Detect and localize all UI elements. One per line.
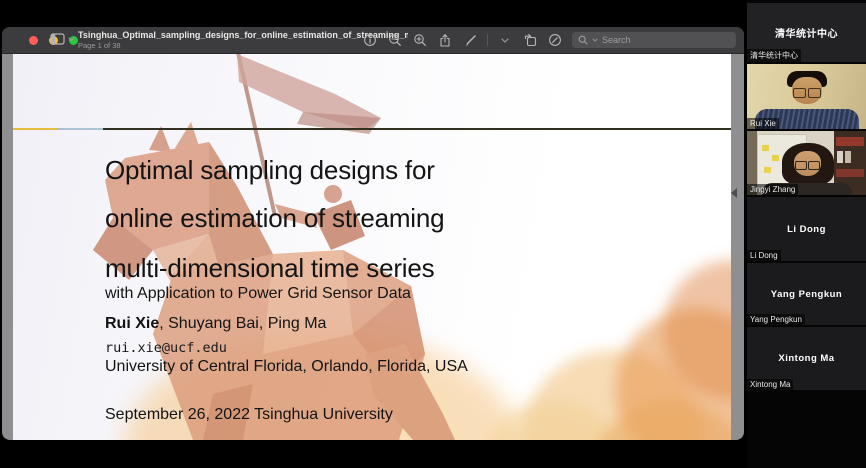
search-icon: [578, 35, 588, 45]
share-icon: [438, 33, 452, 48]
slide-authors: Rui Xie, Shuyang Bai, Ping Ma: [105, 315, 326, 333]
slide-title-line-3: multi-dimensional time series: [105, 253, 434, 284]
window-title: Tsinghua_Optimal_sampling_designs_for_on…: [78, 30, 408, 40]
preview-window: Tsinghua_Optimal_sampling_designs_for_on…: [2, 27, 744, 440]
toolbar-divider: [487, 34, 488, 46]
markup-pen-icon: [463, 33, 478, 47]
zoom-out-icon: [388, 33, 402, 47]
participant-tile-rui-xie[interactable]: Rui Xie: [747, 64, 866, 129]
markup-menu-button[interactable]: [497, 32, 513, 48]
participant-tile-tsinghua-stat-center[interactable]: 清华统计中心 清华统计中心: [747, 3, 866, 62]
glasses: [793, 88, 821, 98]
participant-name-label: 清华统计中心: [747, 49, 801, 62]
participant-name-label: Yang Pengkun: [747, 314, 805, 325]
chevron-down-icon: [68, 37, 75, 42]
participant-tile-jingyi-zhang[interactable]: Jingyi Zhang: [747, 131, 866, 195]
annotate-button[interactable]: [547, 32, 563, 48]
close-button[interactable]: [29, 36, 38, 45]
rotate-icon: [523, 33, 538, 47]
collapse-video-panel-arrow[interactable]: [731, 188, 737, 198]
info-button[interactable]: [362, 32, 378, 48]
document-view: Optimal sampling designs for online esti…: [2, 53, 744, 440]
sidebar-icon: [50, 33, 65, 45]
author-lead: Rui Xie: [105, 315, 159, 332]
participant-name-label: Jingyi Zhang: [747, 184, 798, 195]
slide-title-line-1: Optimal sampling designs for: [105, 155, 435, 186]
slide-affiliation: University of Central Florida, Orlando, …: [105, 358, 468, 376]
share-button[interactable]: [437, 32, 453, 48]
toolbar: Search: [362, 27, 736, 53]
markup-button[interactable]: [462, 32, 478, 48]
sidebar-toggle-button[interactable]: [50, 33, 75, 45]
participant-tile-yang-pengkun[interactable]: Yang Pengkun Yang Pengkun: [747, 263, 866, 325]
rule-dark-segment: [103, 128, 731, 130]
rotate-button[interactable]: [522, 32, 538, 48]
search-scope-chevron-icon: [592, 38, 598, 42]
author-rest: , Shuyang Bai, Ping Ma: [159, 315, 326, 332]
pdf-page[interactable]: Optimal sampling designs for online esti…: [13, 54, 731, 440]
slide-artwork-horse-foliage: [13, 54, 731, 440]
search-input[interactable]: Search: [572, 32, 736, 48]
participant-name-label: Xintong Ma: [747, 379, 793, 390]
slide-title-line-2: online estimation of streaming: [105, 203, 444, 234]
info-icon: [363, 33, 377, 47]
slide-email: rui.xie@ucf.edu: [105, 340, 227, 356]
page-indicator: Page 1 of 38: [78, 41, 408, 50]
slide-subtitle: with Application to Power Grid Sensor Da…: [105, 285, 411, 303]
zoom-in-icon: [413, 33, 427, 47]
screen-share-stage: Tsinghua_Optimal_sampling_designs_for_on…: [0, 0, 866, 468]
zoom-out-button[interactable]: [387, 32, 403, 48]
rule-gold-segment: [13, 128, 58, 130]
video-panel: 清华统计中心 清华统计中心 Rui Xie Jingyi Zhang: [747, 0, 866, 468]
zoom-in-button[interactable]: [412, 32, 428, 48]
search-placeholder: Search: [602, 35, 631, 45]
rule-blue-segment: [58, 128, 103, 130]
window-title-block: Tsinghua_Optimal_sampling_designs_for_on…: [78, 30, 408, 50]
participant-tile-xintong-ma[interactable]: Xintong Ma Xintong Ma: [747, 327, 866, 390]
window-titlebar[interactable]: Tsinghua_Optimal_sampling_designs_for_on…: [2, 27, 744, 54]
slide-date-venue: September 26, 2022 Tsinghua University: [105, 406, 393, 424]
participant-name-label: Rui Xie: [747, 118, 779, 129]
annotate-icon: [548, 33, 562, 47]
participant-name-label: Li Dong: [747, 250, 781, 261]
chevron-down-icon: [501, 38, 509, 43]
participant-tile-li-dong[interactable]: Li Dong Li Dong: [747, 197, 866, 261]
slide-accent-rule: [13, 128, 731, 130]
glasses: [795, 161, 820, 170]
